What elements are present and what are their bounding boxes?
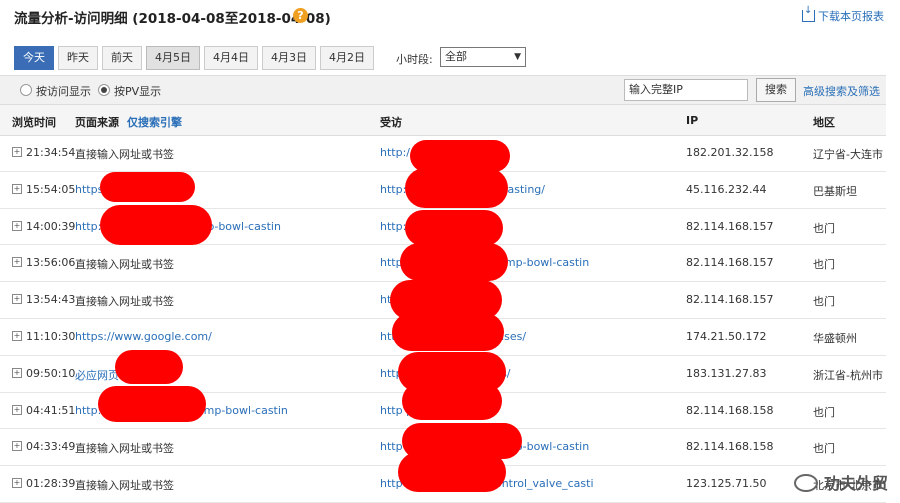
cell-ip: 174.21.50.172 (686, 329, 767, 343)
radio-circle-icon (20, 84, 32, 96)
expand-icon[interactable]: + (12, 441, 22, 452)
watermark: 功夫外贸 (793, 470, 888, 494)
chevron-down-icon: ▼ (514, 52, 521, 62)
cell-source: 直接输入网址或书签 (75, 148, 174, 161)
hour-filter-select[interactable]: 全部 ▼ (440, 47, 526, 67)
redaction-mark (405, 210, 503, 246)
expand-icon[interactable]: + (12, 147, 22, 157)
header-source: 页面来源 仅搜索引擎 (75, 114, 182, 130)
options-bar: 按访问显示 按PV显示 输入完整IP 搜索 高级搜索及筛选 (0, 75, 886, 105)
radio-by-visit[interactable]: 按访问显示 (20, 83, 91, 99)
ip-search-input[interactable]: 输入完整IP (624, 79, 748, 101)
cell-ip: 82.114.168.158 (686, 440, 774, 454)
cell-time: 14:00:39 (26, 219, 76, 233)
watermark-text: 功夫外贸 (823, 474, 888, 493)
radio-by-pv-label: 按PV显示 (114, 85, 162, 98)
cell-ip: 183.131.27.83 (686, 366, 767, 380)
search-button[interactable]: 搜索 (756, 78, 796, 102)
tab-day-before[interactable]: 前天 (102, 46, 142, 70)
header-ip: IP (686, 114, 699, 127)
cell-time: 01:28:39 (26, 477, 76, 491)
expand-icon[interactable]: + (12, 257, 22, 268)
page-title: 流量分析-访问明细 (2018-04-08至2018-04-08) (14, 11, 331, 27)
cell-ip: 82.114.168.157 (686, 293, 774, 307)
header-time: 浏览时间 (12, 116, 56, 129)
cell-time: 04:33:49 (26, 440, 76, 454)
tab-apr4[interactable]: 4月4日 (204, 46, 258, 70)
tab-apr2[interactable]: 4月2日 (320, 46, 374, 70)
redaction-mark (100, 205, 212, 245)
tab-apr3[interactable]: 4月3日 (262, 46, 316, 70)
cell-region: 巴基斯坦 (813, 184, 857, 198)
cell-source: 直接输入网址或书签 (75, 295, 174, 309)
cell-region: 也门 (813, 442, 835, 456)
cell-region: 也门 (813, 258, 835, 272)
cell-time: 15:54:05 (26, 182, 76, 196)
cell-source: 直接输入网址或书签 (75, 442, 174, 456)
cell-region: 浙江省-杭州市 (813, 368, 883, 382)
expand-icon[interactable]: + (12, 478, 22, 489)
cell-ip: 82.114.168.157 (686, 256, 774, 270)
hour-filter-label: 小时段: (396, 53, 433, 66)
redaction-mark (115, 350, 183, 384)
search-engine-only-link[interactable]: 仅搜索引擎 (127, 116, 182, 129)
cell-time: 13:54:43 (26, 293, 76, 307)
tab-today[interactable]: 今天 (14, 46, 54, 70)
redaction-mark (405, 168, 508, 208)
cell-ip: 123.125.71.50 (686, 477, 767, 491)
redaction-mark (400, 243, 508, 281)
header-visited: 受访 (380, 116, 402, 129)
cell-time: 13:56:06 (26, 256, 76, 270)
date-tabs: 今天 昨天 前天 4月5日 4月4日 4月3日 4月2日 (14, 46, 378, 70)
cell-region: 也门 (813, 221, 835, 235)
cell-region: 也门 (813, 295, 835, 309)
expand-icon[interactable]: + (12, 404, 22, 415)
wechat-icon (793, 474, 818, 492)
cell-ip: 45.116.232.44 (686, 182, 767, 196)
download-report-link[interactable]: 下载本页报表 (802, 5, 884, 24)
header-source-label: 页面来源 (75, 116, 119, 129)
cell-region: 也门 (813, 405, 835, 419)
download-label: 下载本页报表 (818, 10, 884, 23)
cell-ip: 82.114.168.158 (686, 403, 774, 417)
help-icon[interactable]: ? (293, 8, 308, 23)
expand-icon[interactable]: + (12, 183, 22, 194)
radio-selected-icon (98, 84, 110, 96)
cell-time: 09:50:10 (26, 366, 76, 380)
radio-by-pv[interactable]: 按PV显示 (98, 83, 161, 99)
table-header: 浏览时间 页面来源 仅搜索引擎 受访 IP 地区 (0, 105, 886, 136)
cell-time: 11:10:30 (26, 329, 76, 343)
advanced-search-link[interactable]: 高级搜索及筛选 (803, 83, 880, 99)
cell-region: 华盛顿州 (813, 331, 857, 345)
hour-filter-value: 全部 (445, 50, 467, 63)
radio-by-visit-label: 按访问显示 (36, 85, 91, 98)
header-region: 地区 (813, 116, 835, 129)
page-header: 流量分析-访问明细 (2018-04-08至2018-04-08) ? 下载本页… (0, 0, 900, 34)
redaction-mark (98, 386, 206, 422)
expand-icon[interactable]: + (12, 220, 22, 231)
expand-icon[interactable]: + (12, 367, 22, 378)
cell-source[interactable]: https://www.google.com/ (75, 330, 375, 343)
expand-icon[interactable]: + (12, 294, 22, 305)
redaction-mark (392, 313, 504, 351)
cell-ip: 182.201.32.158 (686, 146, 774, 159)
cell-time: 21:34:54 (26, 146, 76, 159)
redaction-mark (398, 452, 506, 492)
redaction-mark (100, 172, 195, 202)
cell-ip: 82.114.168.157 (686, 219, 774, 233)
cell-source: 直接输入网址或书签 (75, 258, 174, 272)
redaction-mark (402, 382, 502, 420)
cell-time: 04:41:51 (26, 403, 76, 417)
tab-apr5[interactable]: 4月5日 (146, 46, 200, 70)
download-icon (802, 5, 815, 22)
tab-yesterday[interactable]: 昨天 (58, 46, 98, 70)
cell-source: 直接输入网址或书签 (75, 479, 174, 493)
cell-region: 辽宁省-大连市 (813, 148, 883, 161)
expand-icon[interactable]: + (12, 330, 22, 341)
